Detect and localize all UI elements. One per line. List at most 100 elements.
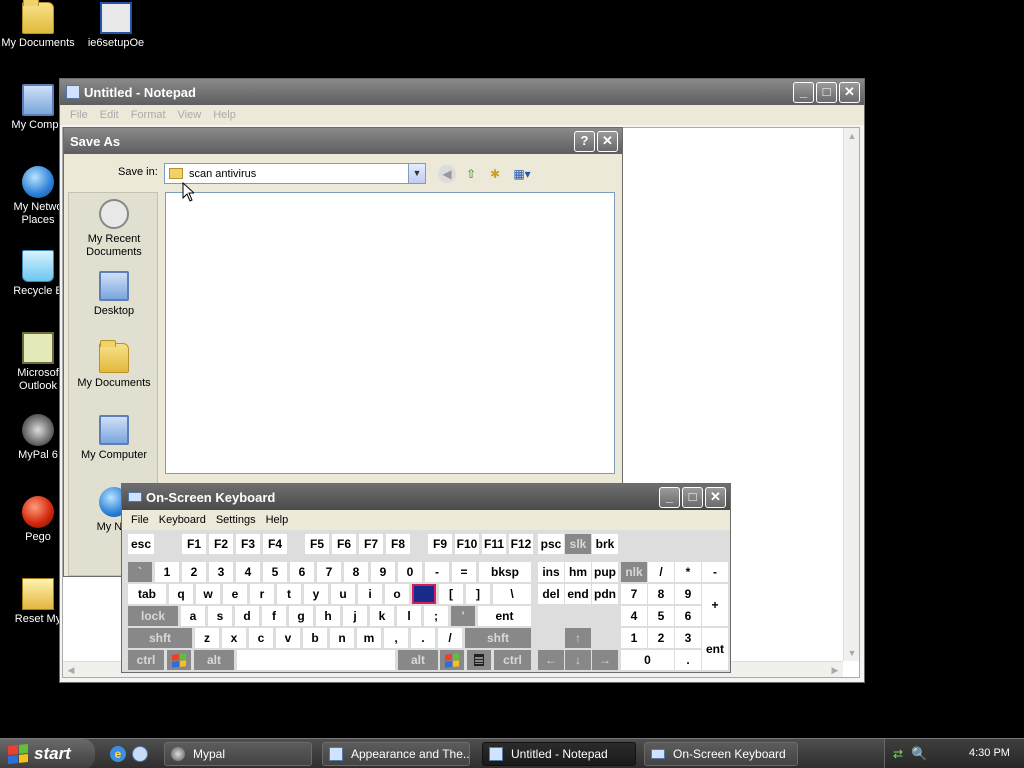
key-slash[interactable]: / xyxy=(438,628,462,648)
key-left-alt[interactable]: alt xyxy=(194,650,234,670)
menu-edit[interactable]: Edit xyxy=(94,109,125,121)
key-semicolon[interactable]: ; xyxy=(424,606,448,626)
key-s[interactable]: s xyxy=(208,606,232,626)
key-f11[interactable]: F11 xyxy=(482,534,506,554)
key-num-8[interactable]: 8 xyxy=(648,584,674,604)
key-t[interactable]: t xyxy=(277,584,301,604)
key-i[interactable]: i xyxy=(358,584,382,604)
key-num-plus[interactable]: + xyxy=(702,584,728,626)
key-g[interactable]: g xyxy=(289,606,313,626)
key-b[interactable]: b xyxy=(303,628,327,648)
internet-explorer-icon[interactable]: e xyxy=(110,746,126,762)
save-as-titlebar[interactable]: Save As ? ✕ xyxy=(64,128,622,154)
key-tab[interactable]: tab xyxy=(128,584,166,604)
key-num-divide[interactable]: / xyxy=(648,562,674,582)
osk-titlebar[interactable]: On-Screen Keyboard _ □ ✕ xyxy=(122,484,730,510)
key-num-decimal[interactable]: . xyxy=(675,650,701,670)
key-apostrophe[interactable]: ' xyxy=(451,606,475,626)
menu-file[interactable]: File xyxy=(126,514,154,526)
maximize-button[interactable]: □ xyxy=(682,486,703,508)
key-right-windows[interactable] xyxy=(440,650,464,670)
close-button[interactable]: ✕ xyxy=(839,81,860,103)
taskbar-item-mypal[interactable]: Mypal xyxy=(164,742,312,766)
key-end[interactable]: end xyxy=(565,584,591,604)
place-my-recent-documents[interactable]: My Recent Documents xyxy=(69,199,159,259)
key-f10[interactable]: F10 xyxy=(455,534,479,554)
key-home[interactable]: hm xyxy=(565,562,591,582)
key-num-7[interactable]: 7 xyxy=(621,584,647,604)
scroll-right-icon[interactable]: ▶ xyxy=(827,662,843,678)
key-esc[interactable]: esc xyxy=(128,534,154,554)
network-tray-icon[interactable]: ⇄ xyxy=(893,747,903,761)
key-f5[interactable]: F5 xyxy=(305,534,329,554)
key-n[interactable]: n xyxy=(330,628,354,648)
key-f1[interactable]: F1 xyxy=(182,534,206,554)
key-num-5[interactable]: 5 xyxy=(648,606,674,626)
start-button[interactable]: start xyxy=(0,739,95,768)
key-arrow-right[interactable]: → xyxy=(592,650,618,670)
menu-keyboard[interactable]: Keyboard xyxy=(154,514,211,526)
key-numlock[interactable]: nlk xyxy=(621,562,647,582)
maximize-button[interactable]: □ xyxy=(816,81,837,103)
key-f3[interactable]: F3 xyxy=(236,534,260,554)
key-f[interactable]: f xyxy=(262,606,286,626)
key-backtick[interactable]: ` xyxy=(128,562,152,582)
key-caps-lock[interactable]: lock xyxy=(128,606,178,626)
key-backspace[interactable]: bksp xyxy=(479,562,531,582)
key-pgup[interactable]: pup xyxy=(592,562,618,582)
notepad-titlebar[interactable]: Untitled - Notepad _ □ ✕ xyxy=(60,79,864,105)
key-arrow-left[interactable]: ← xyxy=(538,650,564,670)
place-my-computer[interactable]: My Computer xyxy=(69,415,159,462)
key-y[interactable]: y xyxy=(304,584,328,604)
key-num-4[interactable]: 4 xyxy=(621,606,647,626)
key-num-3[interactable]: 3 xyxy=(675,628,701,648)
menu-format[interactable]: Format xyxy=(125,109,172,121)
key-right-ctrl[interactable]: ctrl xyxy=(494,650,531,670)
key-num-9[interactable]: 9 xyxy=(675,584,701,604)
key-e[interactable]: e xyxy=(223,584,247,604)
key-f7[interactable]: F7 xyxy=(359,534,383,554)
key-pgdn[interactable]: pdn xyxy=(592,584,618,604)
key-f6[interactable]: F6 xyxy=(332,534,356,554)
desktop-icon-my-documents[interactable]: My Documents xyxy=(0,0,76,50)
chevron-down-icon[interactable]: ▼ xyxy=(408,164,425,183)
close-button[interactable]: ✕ xyxy=(705,486,726,508)
taskbar-item-appearance[interactable]: Appearance and The... xyxy=(322,742,470,766)
key-arrow-up[interactable]: ↑ xyxy=(565,628,591,648)
taskbar-item-notepad[interactable]: Untitled - Notepad xyxy=(482,742,636,766)
key-v[interactable]: v xyxy=(276,628,300,648)
up-folder-icon[interactable]: ⇧ xyxy=(462,165,480,183)
key-a[interactable]: a xyxy=(181,606,205,626)
menu-help[interactable]: Help xyxy=(207,109,242,121)
key-3[interactable]: 3 xyxy=(209,562,233,582)
key-num-0[interactable]: 0 xyxy=(621,650,674,670)
key-right-shift[interactable]: shft xyxy=(465,628,531,648)
views-menu-icon[interactable]: ▦▾ xyxy=(510,165,534,183)
key-num-1[interactable]: 1 xyxy=(621,628,647,648)
key-2[interactable]: 2 xyxy=(182,562,206,582)
key-f12[interactable]: F12 xyxy=(509,534,533,554)
key-equals[interactable]: = xyxy=(452,562,476,582)
menu-file[interactable]: File xyxy=(64,109,94,121)
clock[interactable]: 4:30 PM xyxy=(969,747,1010,759)
key-num-2[interactable]: 2 xyxy=(648,628,674,648)
key-arrow-down[interactable]: ↓ xyxy=(565,650,591,670)
key-num-enter[interactable]: ent xyxy=(702,628,728,670)
key-num-multiply[interactable]: * xyxy=(675,562,701,582)
key-9[interactable]: 9 xyxy=(371,562,395,582)
key-z[interactable]: z xyxy=(195,628,219,648)
key-6[interactable]: 6 xyxy=(290,562,314,582)
scroll-up-icon[interactable]: ▲ xyxy=(844,128,860,144)
place-my-documents[interactable]: My Documents xyxy=(69,340,159,390)
key-5[interactable]: 5 xyxy=(263,562,287,582)
key-x[interactable]: x xyxy=(222,628,246,648)
key-f4[interactable]: F4 xyxy=(263,534,287,554)
key-period[interactable]: . xyxy=(411,628,435,648)
key-enter[interactable]: ent xyxy=(478,606,531,626)
key-f9[interactable]: F9 xyxy=(428,534,452,554)
new-folder-icon[interactable]: ✱ xyxy=(486,165,504,183)
key-h[interactable]: h xyxy=(316,606,340,626)
key-slk[interactable]: slk xyxy=(565,534,591,554)
key-left-bracket[interactable]: [ xyxy=(439,584,463,604)
key-u[interactable]: u xyxy=(331,584,355,604)
